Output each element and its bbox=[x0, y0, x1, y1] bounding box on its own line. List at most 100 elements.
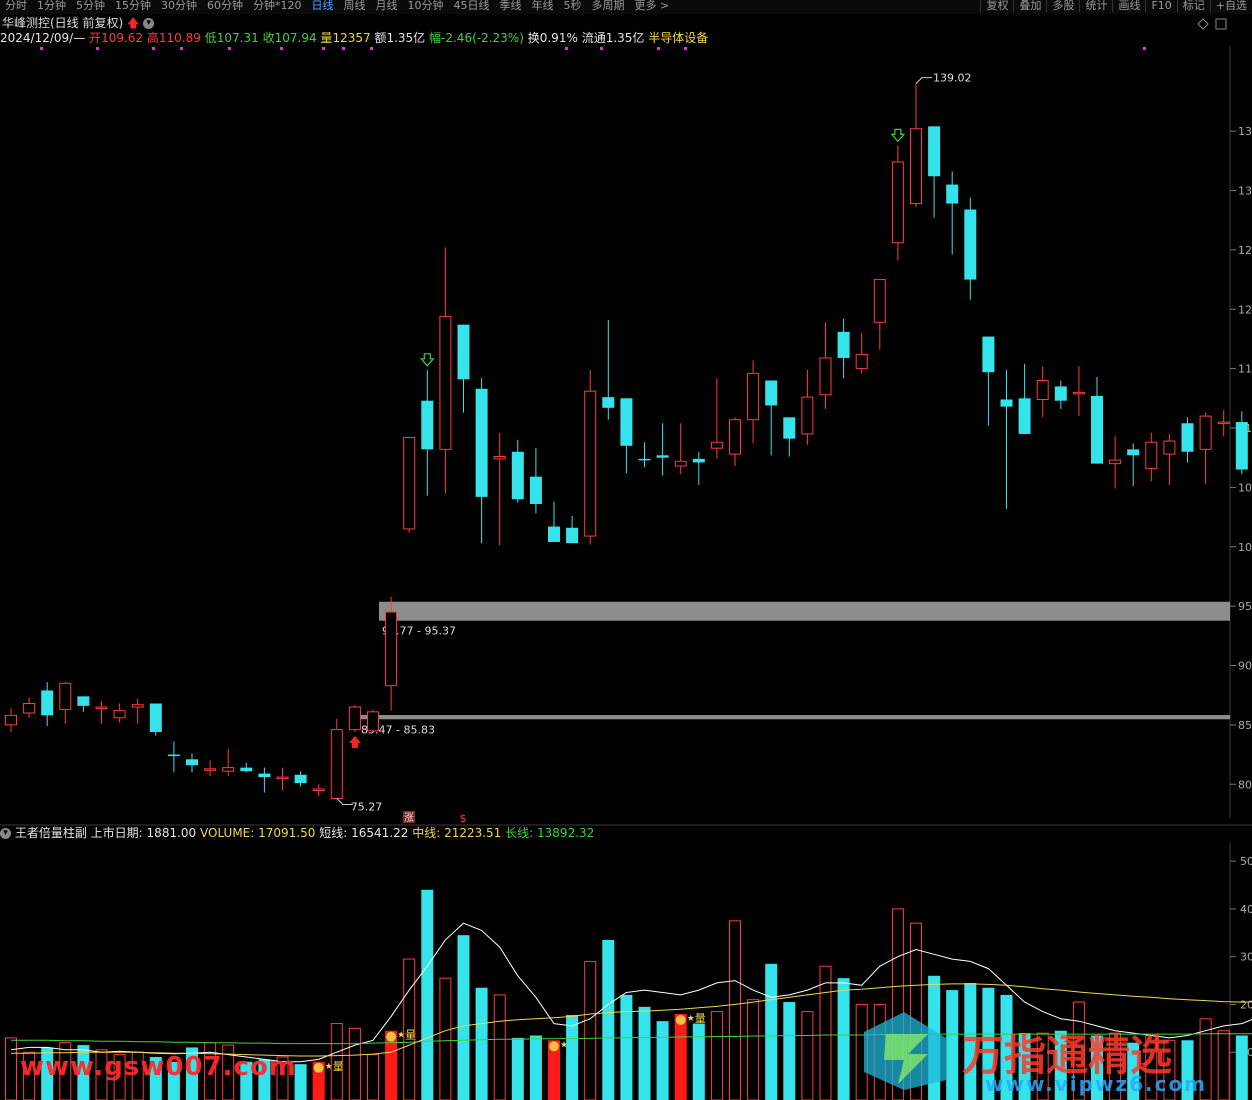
candle-body-17 bbox=[312, 788, 325, 791]
volume-bar-37 bbox=[674, 1014, 687, 1100]
volume-bar-68 bbox=[1235, 1035, 1248, 1100]
money-bag-icon-37 bbox=[675, 1015, 686, 1025]
volume-bar-27 bbox=[493, 994, 506, 1100]
candle-body-42 bbox=[765, 380, 778, 406]
low-mark-label: 75.27 bbox=[351, 801, 383, 814]
volume-bar-40 bbox=[729, 920, 741, 1100]
candle-body-27 bbox=[493, 456, 506, 460]
volume-bar-23 bbox=[421, 889, 434, 1100]
price-tick-label-3: 95 bbox=[1238, 600, 1252, 613]
candle-body-65 bbox=[1181, 423, 1194, 452]
price-tick-label-1: 85 bbox=[1238, 719, 1252, 732]
candle-body-11 bbox=[204, 768, 217, 771]
candle-body-9 bbox=[167, 754, 180, 757]
volume-bar-32 bbox=[584, 960, 597, 1100]
signal-dot-8 bbox=[370, 47, 373, 50]
candle-body-39 bbox=[710, 441, 723, 449]
signal-dot-5 bbox=[280, 47, 283, 50]
price-tick-label-5: 105 bbox=[1238, 481, 1252, 494]
candle-body-68 bbox=[1235, 422, 1248, 470]
price-tick-label-4: 100 bbox=[1238, 541, 1252, 554]
volume-bar-25 bbox=[457, 935, 470, 1100]
candle-body-35 bbox=[638, 458, 651, 461]
candle-body-63 bbox=[1145, 441, 1158, 469]
candle-body-50 bbox=[910, 128, 922, 205]
buy-arrow-icon bbox=[348, 736, 361, 748]
candle-body-46 bbox=[837, 331, 850, 358]
signal-dot-11 bbox=[657, 47, 660, 50]
candle-body-52 bbox=[946, 184, 959, 204]
money-bag-icon-21 bbox=[386, 1031, 397, 1042]
candle-body-48 bbox=[873, 279, 886, 323]
candle-body-25 bbox=[457, 324, 470, 380]
volume-bar-20 bbox=[367, 1054, 379, 1100]
volume-bar-31 bbox=[566, 1014, 579, 1100]
candle-body-55 bbox=[1000, 399, 1013, 407]
signal-dot-12 bbox=[684, 47, 687, 50]
signal-dot-0 bbox=[40, 47, 43, 50]
candle-body-64 bbox=[1163, 440, 1176, 455]
volume-bar-34 bbox=[620, 994, 633, 1100]
volume-bar-26 bbox=[475, 987, 488, 1100]
candle-body-20 bbox=[367, 711, 379, 732]
candle-body-34 bbox=[620, 398, 633, 446]
signal-dot-3 bbox=[180, 47, 183, 50]
volume-bar-46 bbox=[837, 978, 850, 1100]
volume-tick-label-3: 40000 bbox=[1240, 903, 1252, 916]
candle-body-36 bbox=[656, 455, 669, 458]
candle-body-16 bbox=[294, 774, 307, 784]
money-bag-icon-17 bbox=[313, 1062, 324, 1073]
price-tick-label-7: 115 bbox=[1238, 363, 1252, 376]
watermark-logo-icon bbox=[864, 1012, 946, 1090]
candle-body-66 bbox=[1199, 415, 1212, 450]
window-icon bbox=[1215, 18, 1227, 30]
candle-body-40 bbox=[729, 419, 741, 455]
volume-bar-45 bbox=[819, 965, 832, 1100]
candle-body-61 bbox=[1109, 459, 1122, 465]
candle-body-67 bbox=[1217, 421, 1230, 425]
money-bag-icon-30 bbox=[549, 1041, 559, 1052]
signal-dot-2 bbox=[152, 47, 155, 50]
double-volume-tag-37: 量 bbox=[695, 1012, 706, 1025]
candle-body-31 bbox=[566, 527, 579, 544]
candle-body-44 bbox=[801, 396, 814, 435]
volume-bar-29 bbox=[529, 1035, 542, 1100]
signal-dot-10 bbox=[600, 47, 603, 50]
volume-bar-0 bbox=[5, 1037, 17, 1100]
candle-body-60 bbox=[1091, 395, 1103, 464]
signal-dot-1 bbox=[96, 47, 99, 50]
candle-body-38 bbox=[692, 458, 705, 463]
signal-dot-9 bbox=[565, 47, 568, 50]
candle-body-7 bbox=[131, 704, 144, 708]
candle-body-32 bbox=[584, 390, 597, 537]
sell-arrow-icon-0 bbox=[419, 353, 435, 367]
candle-body-57 bbox=[1036, 380, 1049, 400]
candle-body-53 bbox=[964, 209, 977, 280]
price-tick-label-10: 130 bbox=[1238, 185, 1252, 198]
signal-dot-6 bbox=[322, 47, 325, 50]
support-zone-0 bbox=[379, 601, 1230, 621]
watermark-left: www.gsw007.com bbox=[20, 1052, 297, 1082]
candle-body-18 bbox=[330, 729, 343, 799]
candle-body-24 bbox=[439, 315, 452, 450]
price-tick-label-11: 135 bbox=[1238, 125, 1252, 138]
volume-bar-28 bbox=[511, 1037, 524, 1100]
candle-body-56 bbox=[1018, 398, 1031, 434]
candle-body-49 bbox=[891, 161, 904, 244]
volume-tick-label-2: 30000 bbox=[1240, 951, 1252, 964]
kline-chart[interactable]: 8085909510010511011512012513013593.77 - … bbox=[0, 0, 1252, 1100]
volume-bar-33 bbox=[602, 939, 615, 1100]
candle-body-29 bbox=[529, 476, 542, 504]
candle-body-62 bbox=[1127, 449, 1140, 456]
volume-bar-43 bbox=[783, 1002, 796, 1100]
badge-dollar: $ bbox=[460, 812, 467, 825]
candle-body-30 bbox=[548, 526, 560, 542]
candle-body-37 bbox=[674, 460, 687, 467]
candle-body-5 bbox=[95, 706, 108, 710]
signal-dot-13 bbox=[1143, 47, 1146, 50]
watermark-right-sub: www.vipwz6.com bbox=[985, 1072, 1208, 1096]
candle-body-51 bbox=[928, 126, 941, 177]
candle-body-21 bbox=[385, 611, 398, 687]
candle-body-26 bbox=[475, 388, 488, 497]
badge-zhang: 涨 bbox=[404, 812, 414, 824]
